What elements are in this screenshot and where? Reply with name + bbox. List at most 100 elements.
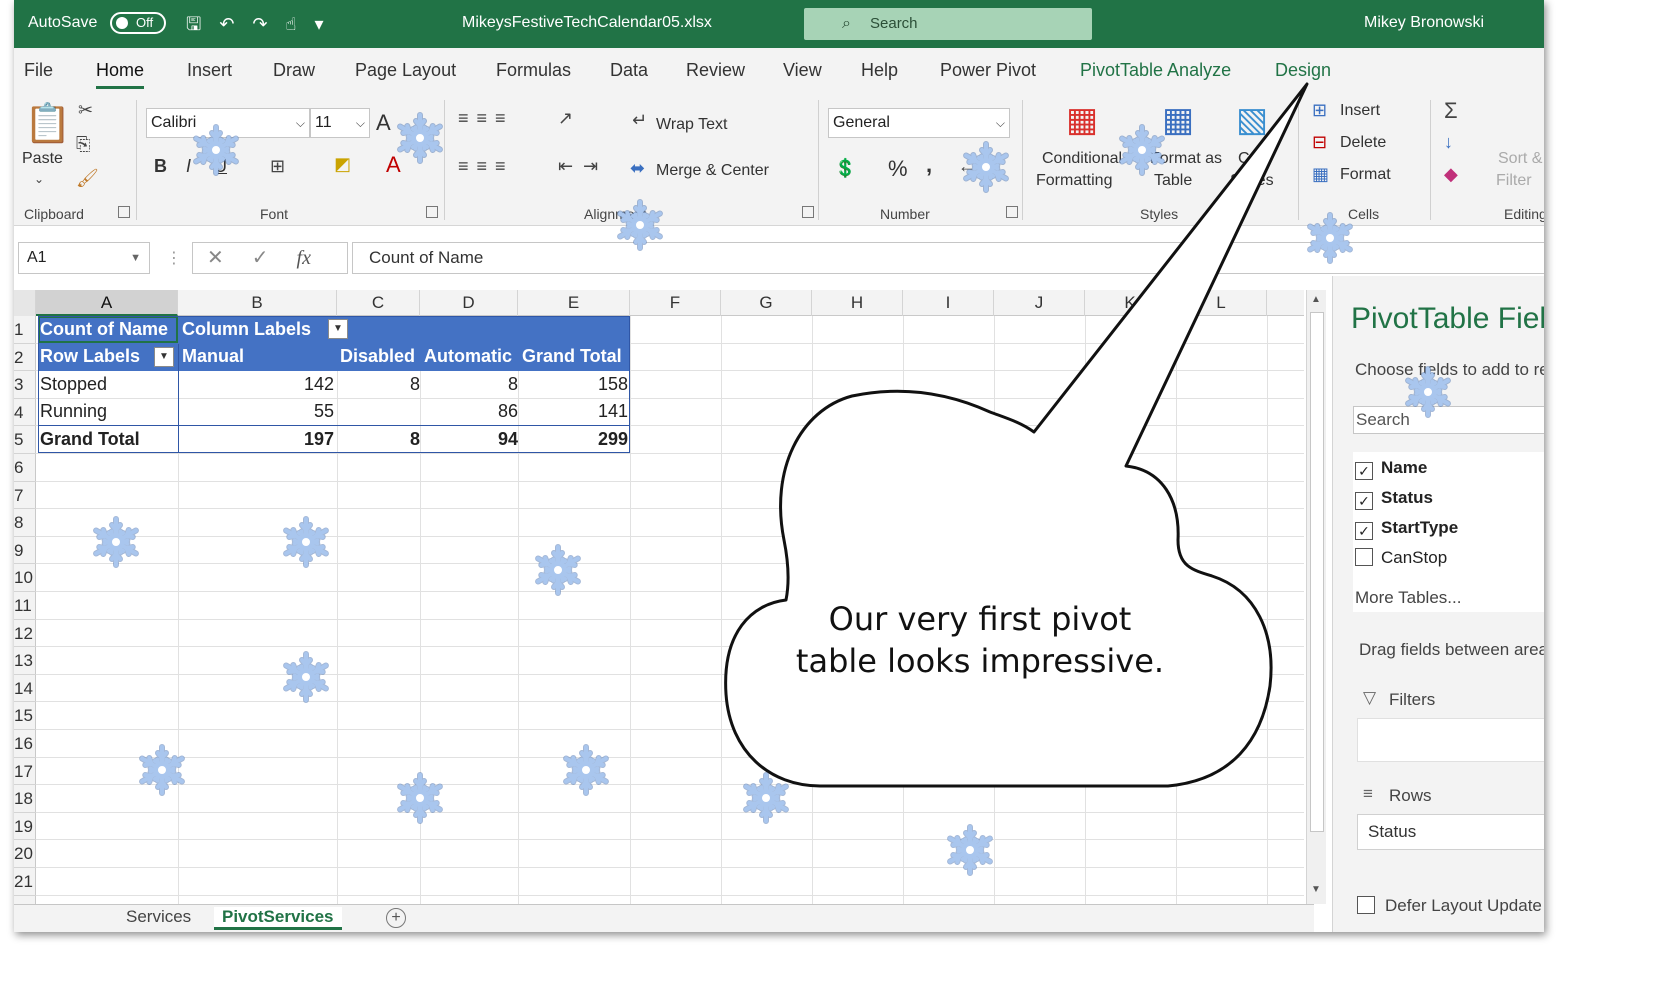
checkbox-checked-icon[interactable]: ✓ [1355,492,1373,510]
tab-review[interactable]: Review [686,60,745,81]
sort-filter-label-2[interactable]: Filter [1496,172,1532,190]
pivot-row-labels[interactable]: Row Labels [40,343,140,370]
indent-icons[interactable]: ⇤⇥ [558,156,608,177]
tab-page-layout[interactable]: Page Layout [355,60,456,81]
insert-function-icon[interactable]: fx [297,247,311,269]
pivot-cell[interactable]: 8 [424,371,518,398]
format-cells-icon[interactable]: ▦ [1312,164,1329,185]
tab-draw[interactable]: Draw [273,60,315,81]
pivot-row-label[interactable]: Running [40,398,107,425]
pivot-col-manual[interactable]: Manual [182,343,244,370]
pivot-total-cell[interactable]: 8 [340,426,420,453]
comma-button[interactable]: , [926,152,932,178]
conditional-formatting-label-1[interactable]: Conditional [1042,150,1122,168]
tab-power-pivot[interactable]: Power Pivot [940,60,1036,81]
cut-icon[interactable]: ✂ [78,100,93,121]
field-status[interactable]: ✓ Status [1355,488,1433,510]
pivot-cell[interactable]: 55 [182,398,334,425]
row-header-6[interactable]: 6 [14,454,36,482]
number-format-select[interactable]: General ⌵ [828,108,1010,138]
pivot-cell[interactable]: 8 [340,371,420,398]
tab-view[interactable]: View [783,60,822,81]
pivot-cell[interactable] [340,398,420,425]
formula-input[interactable]: Count of Name [352,242,1544,274]
row-header-18[interactable]: 18 [14,785,36,813]
vertical-scrollbar[interactable]: ▲ ▼ [1306,290,1326,904]
checkbox-checked-icon[interactable]: ✓ [1355,462,1373,480]
tab-help[interactable]: Help [861,60,898,81]
orientation-icon[interactable]: ↗ [558,108,573,129]
pivot-count-label[interactable]: Count of Name [40,316,168,343]
row-header-4[interactable]: 4 [14,399,36,427]
checkbox-checked-icon[interactable]: ✓ [1355,522,1373,540]
rows-field-status[interactable]: Status [1357,814,1544,850]
tab-home[interactable]: Home [96,60,145,89]
paste-dropdown-icon[interactable]: ⌄ [34,172,44,186]
pivot-cell[interactable]: 141 [522,398,628,425]
checkbox-unchecked-icon[interactable] [1355,548,1373,566]
column-header-f[interactable]: F [630,290,721,316]
sheet-tab-pivotservices[interactable]: PivotServices [214,907,342,930]
number-launcher-icon[interactable] [1006,206,1018,218]
tab-insert[interactable]: Insert [187,60,232,81]
add-sheet-icon[interactable]: + [386,908,406,928]
wrap-text-button[interactable]: Wrap Text [656,116,727,134]
pivot-grand-total-label[interactable]: Grand Total [40,426,140,453]
column-header-k[interactable]: K [1085,290,1176,316]
column-header-j[interactable]: J [994,290,1085,316]
column-labels-filter-icon[interactable]: ▼ [328,319,348,339]
row-header-3[interactable]: 3 [14,371,36,399]
row-header-7[interactable]: 7 [14,482,36,510]
merge-center-icon[interactable]: ⬌ [630,158,645,179]
row-header-21[interactable]: 21 [14,868,36,896]
column-header-l[interactable]: L [1176,290,1267,316]
tab-formulas[interactable]: Formulas [496,60,571,81]
pivot-col-grand-total[interactable]: Grand Total [522,343,622,370]
column-header-g[interactable]: G [721,290,812,316]
conditional-formatting-icon[interactable]: ▦ [1066,100,1098,140]
fill-icon[interactable]: ↓ [1444,132,1453,153]
tab-file[interactable]: File [24,60,53,81]
row-header-17[interactable]: 17 [14,758,36,786]
row-header-9[interactable]: 9 [14,537,36,565]
column-header-b[interactable]: B [178,290,337,316]
row-header-11[interactable]: 11 [14,592,36,620]
row-header-16[interactable]: 16 [14,730,36,758]
accounting-format-icon[interactable]: 💲 [834,158,856,179]
font-size-select[interactable]: 11 ⌵ [310,108,370,138]
pivot-row-label[interactable]: Stopped [40,371,107,398]
name-box[interactable]: A1 ▼ [18,242,150,274]
format-painter-icon[interactable]: 🖌 [76,168,99,189]
pivot-total-cell[interactable]: 94 [424,426,518,453]
pivot-cell[interactable]: 158 [522,371,628,398]
cell-styles-icon[interactable]: ▧ [1236,100,1268,140]
touch-mode-icon[interactable]: ☝ [286,14,315,34]
fill-color-icon[interactable]: ◩ [334,154,351,175]
pivot-total-cell[interactable]: 299 [522,426,628,453]
conditional-formatting-label-2[interactable]: Formatting [1036,172,1112,190]
row-header-1[interactable]: 1 [14,316,36,344]
row-header-20[interactable]: 20 [14,840,36,868]
row-header-19[interactable]: 19 [14,813,36,841]
row-header-10[interactable]: 10 [14,564,36,592]
delete-cells-button[interactable]: Delete [1340,134,1386,152]
pivot-cell[interactable]: 142 [182,371,334,398]
tab-data[interactable]: Data [610,60,648,81]
clear-icon[interactable]: ◆ [1444,164,1458,185]
sheet-tab-services[interactable]: Services [126,907,191,927]
scroll-down-icon[interactable]: ▼ [1311,884,1321,895]
enter-icon[interactable]: ✓ [252,247,297,269]
undo-icon[interactable]: ↶ [219,14,252,34]
row-header-8[interactable]: 8 [14,509,36,537]
grow-font-button[interactable]: A [376,110,391,136]
formula-bar-grip-icon[interactable]: ⋮ [166,248,182,268]
redo-icon[interactable]: ↷ [252,14,285,34]
clipboard-launcher-icon[interactable] [118,206,130,218]
pivot-column-labels[interactable]: Column Labels [182,316,311,343]
row-header-2[interactable]: 2 [14,344,36,372]
column-header-a[interactable]: A [36,290,178,316]
bold-button[interactable]: B [154,156,167,177]
row-header-15[interactable]: 15 [14,702,36,730]
delete-cells-icon[interactable]: ⊟ [1312,132,1327,153]
column-header-h[interactable]: H [812,290,903,316]
